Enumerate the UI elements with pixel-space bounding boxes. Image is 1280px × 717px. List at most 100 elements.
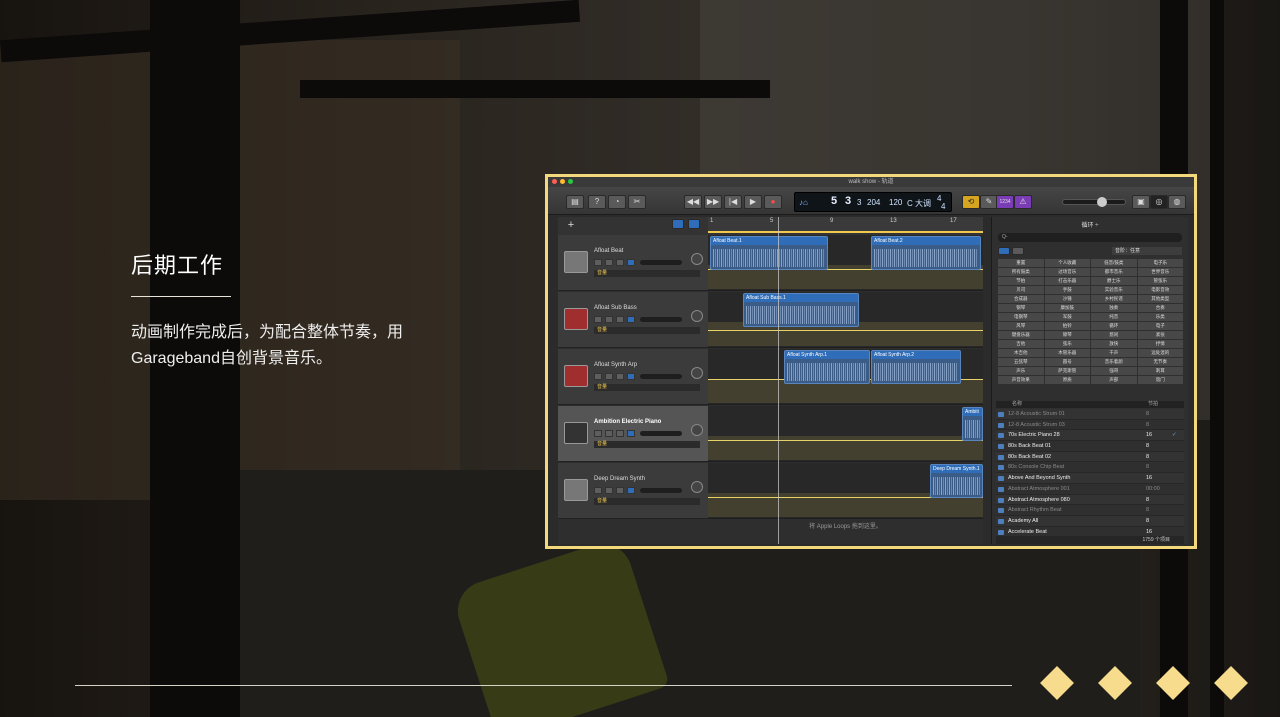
keyword-button[interactable]: 独奏	[1091, 304, 1137, 312]
keyword-button[interactable]: 节拍	[998, 277, 1044, 285]
keyword-button[interactable]: 强哥	[1091, 367, 1137, 375]
keyword-button[interactable]: 声音效果	[998, 376, 1044, 384]
audio-region[interactable]: Ambiti	[962, 407, 983, 441]
automation-icon[interactable]	[627, 259, 635, 266]
keyword-button[interactable]: 电钢琴	[998, 313, 1044, 321]
automation-line[interactable]	[708, 440, 983, 441]
lock-icon[interactable]	[616, 316, 624, 323]
loop-row[interactable]: Above And Beyond Synth 16	[996, 473, 1184, 484]
keyword-button[interactable]: 圆号	[1044, 358, 1090, 366]
automation-icon[interactable]	[627, 316, 635, 323]
track-header[interactable]: Deep Dream Synth 音量	[558, 463, 708, 519]
zoom-icon[interactable]	[568, 179, 573, 184]
automation-line[interactable]	[708, 330, 983, 331]
automation-icon[interactable]	[627, 373, 635, 380]
metronome-button[interactable]: ⚠	[1014, 195, 1032, 209]
keyword-button[interactable]: 抒情	[1137, 340, 1183, 348]
keyword-button[interactable]: 实验音乐	[1091, 286, 1137, 294]
close-icon[interactable]	[552, 179, 557, 184]
keyword-button[interactable]: 康加鼓	[1044, 304, 1090, 312]
count-in-button[interactable]: 1234	[996, 195, 1014, 209]
keyword-button[interactable]: 循环	[1091, 322, 1137, 330]
keyword-button[interactable]: 木管乐器	[1044, 349, 1090, 357]
editors-icon[interactable]: ✂	[628, 195, 646, 209]
loop-browser-title[interactable]: 循环 ÷	[992, 220, 1188, 229]
keyword-button[interactable]: 管弦乐	[1137, 277, 1183, 285]
keyword-button[interactable]: 键盘乐器	[998, 331, 1044, 339]
column-view-icon[interactable]	[1012, 247, 1024, 255]
pan-knob[interactable]	[691, 424, 703, 436]
keyword-button[interactable]: 军鼓	[1044, 313, 1090, 321]
keyword-button[interactable]: 低音/鼓类	[1091, 259, 1137, 267]
audio-region[interactable]: Afloat Synth Arp.1	[784, 350, 870, 384]
minimize-icon[interactable]	[560, 179, 565, 184]
loop-row[interactable]: 80s Console Chip Beat 8	[996, 462, 1184, 474]
column-name[interactable]: 名称	[1012, 401, 1022, 408]
keyword-button[interactable]: 所有鼓类	[998, 268, 1044, 276]
keyword-button[interactable]: 吉他	[998, 340, 1044, 348]
mute-icon[interactable]	[594, 430, 602, 437]
keyword-button[interactable]: 乡村民谣	[1091, 295, 1137, 303]
keyword-button[interactable]: 合奏	[1137, 304, 1183, 312]
notepad-icon[interactable]: ▣	[1132, 195, 1150, 209]
keyword-button[interactable]: 钢琴	[998, 304, 1044, 312]
button-view-icon[interactable]	[998, 247, 1010, 255]
help-icon[interactable]: ?	[588, 195, 606, 209]
keyword-button[interactable]: 打击乐器	[1044, 277, 1090, 285]
audio-region[interactable]: Afloat Synth Arp.2	[871, 350, 961, 384]
keyword-button[interactable]: 都市音乐	[1091, 268, 1137, 276]
automation-icon[interactable]	[627, 487, 635, 494]
keyword-button[interactable]: 放快	[1091, 340, 1137, 348]
loop-row[interactable]: Abstract Atmosphere 001 00:00	[996, 484, 1184, 495]
automation-menu[interactable]: 音量	[594, 498, 700, 505]
lock-icon[interactable]	[616, 487, 624, 494]
track-header[interactable]: Afloat Synth Arp 音量	[558, 349, 708, 405]
track-volume-slider[interactable]	[640, 260, 682, 265]
loop-row[interactable]: 12-8 Acoustic Strum 03 8	[996, 420, 1184, 431]
keyword-button[interactable]: 过场音乐	[1044, 268, 1090, 276]
keyword-button[interactable]: 手鼓	[1044, 286, 1090, 294]
keyword-button[interactable]: 弦乐	[1044, 340, 1090, 348]
track-header[interactable]: Afloat Sub Bass 音量	[558, 292, 708, 348]
playhead[interactable]	[778, 217, 779, 544]
track-volume-slider[interactable]	[640, 431, 682, 436]
solo-icon[interactable]	[605, 487, 613, 494]
catch-playhead-icon[interactable]	[672, 219, 684, 229]
go-to-start-button[interactable]: |◀	[724, 195, 742, 209]
lcd-display[interactable]: ♪⌂ 5 3 3 204 120 C 大调 4 4	[794, 192, 952, 212]
keyword-button[interactable]: 声部	[1091, 376, 1137, 384]
keyword-button[interactable]: 萨克斯管	[1044, 367, 1090, 375]
audio-region[interactable]: Afloat Beat.2	[871, 236, 981, 270]
mute-icon[interactable]	[594, 316, 602, 323]
timeline-ruler[interactable]: 1 5 9 13 17	[708, 217, 983, 233]
pan-knob[interactable]	[691, 253, 703, 265]
keyword-button[interactable]: 远处混的	[1137, 349, 1183, 357]
keyword-button[interactable]: 重置	[998, 259, 1044, 267]
track-lane[interactable]: Afloat Beat.1 Afloat Beat.2	[708, 235, 983, 291]
keyword-button[interactable]: 电影音效	[1137, 286, 1183, 294]
track-header-selected[interactable]: Ambition Electric Piano 音量	[558, 406, 708, 462]
column-beats[interactable]: 节拍	[1148, 401, 1158, 408]
keyword-button[interactable]: 原质	[1044, 376, 1090, 384]
add-track-button[interactable]: +	[564, 220, 578, 232]
keyword-button[interactable]: 沙锤	[1044, 295, 1090, 303]
audio-region[interactable]: Afloat Sub Bass.1	[743, 293, 859, 327]
loop-row[interactable]: Academy All 8	[996, 515, 1184, 527]
keyword-button[interactable]: 爵士乐	[1091, 277, 1137, 285]
mute-icon[interactable]	[594, 259, 602, 266]
track-volume-slider[interactable]	[640, 488, 682, 493]
loop-row[interactable]: 70s Electric Piano 28 16 ✓	[996, 430, 1184, 442]
keyword-button[interactable]: 刺耳	[1137, 367, 1183, 375]
keyword-button[interactable]: 谐门	[1137, 376, 1183, 384]
keyword-button[interactable]: 无节奏	[1137, 358, 1183, 366]
track-volume-slider[interactable]	[640, 317, 682, 322]
library-icon[interactable]: ▤	[566, 195, 584, 209]
keyword-button[interactable]: 声乐	[998, 367, 1044, 375]
lock-icon[interactable]	[616, 430, 624, 437]
volume-knob[interactable]	[1097, 197, 1107, 207]
pan-knob[interactable]	[691, 481, 703, 493]
automation-menu[interactable]: 音量	[594, 384, 700, 391]
favorite-checkbox[interactable]: ✓	[1172, 430, 1177, 441]
keyword-button[interactable]: 电子乐	[1137, 259, 1183, 267]
cycle-icon[interactable]: ⟲	[962, 195, 980, 209]
